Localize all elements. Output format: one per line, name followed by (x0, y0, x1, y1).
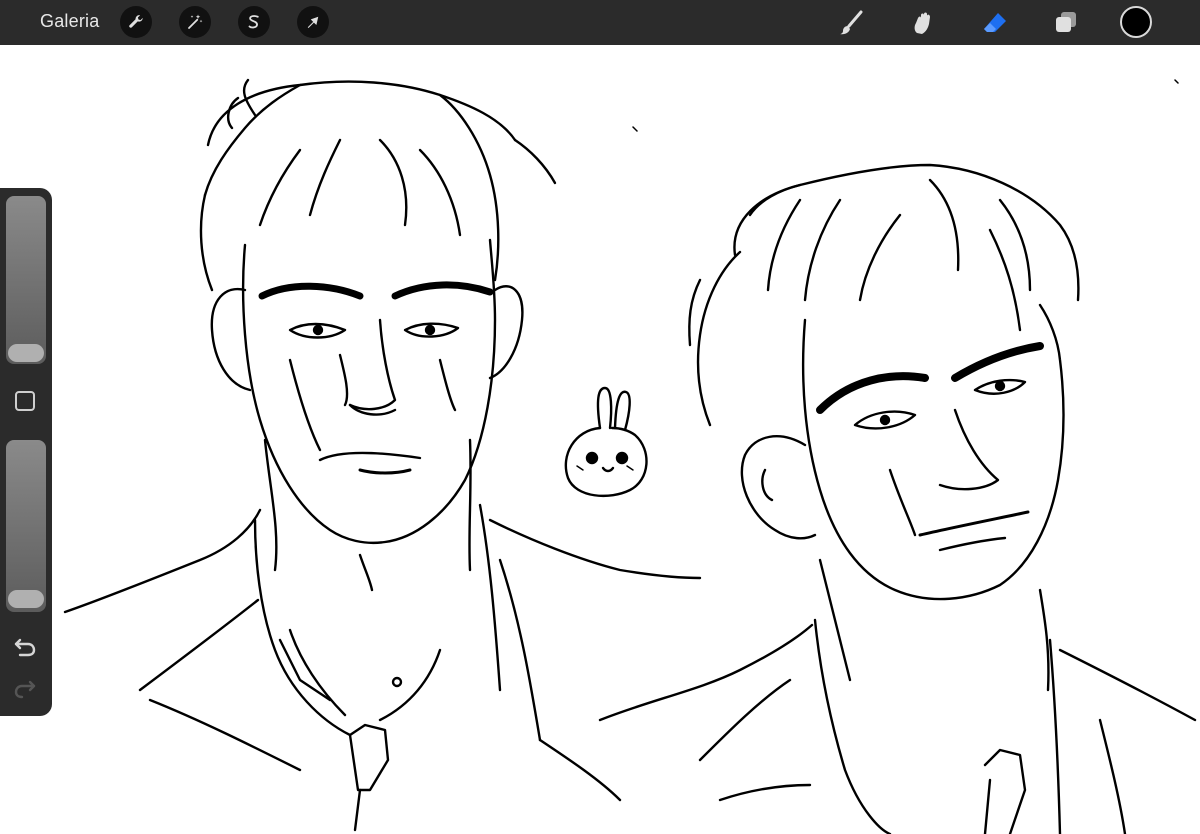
selection-button[interactable] (238, 6, 270, 38)
brush-size-slider[interactable] (6, 196, 46, 364)
transform-button[interactable] (297, 6, 329, 38)
redo-icon[interactable] (12, 676, 38, 702)
layers-icon (1056, 12, 1076, 32)
layers-button[interactable] (1049, 6, 1083, 40)
opacity-slider[interactable] (6, 440, 46, 612)
brush-tool-button[interactable] (834, 6, 868, 40)
wrench-icon (129, 15, 143, 28)
right-portrait-sketch (598, 163, 1197, 834)
eraser-icon (984, 13, 1006, 32)
gallery-button[interactable]: Galeria (40, 11, 99, 32)
top-toolbar: Galeria (0, 0, 1200, 45)
brush-size-knob[interactable] (8, 344, 44, 362)
brush-icon (840, 10, 863, 35)
smudge-icon (914, 12, 930, 34)
arrow-cursor-icon (307, 16, 319, 28)
opacity-knob[interactable] (8, 590, 44, 608)
actions-button[interactable] (120, 6, 152, 38)
magic-wand-icon (188, 14, 203, 29)
stray-marks (632, 79, 1179, 132)
eraser-tool-button[interactable] (978, 6, 1012, 40)
smudge-tool-button[interactable] (906, 6, 940, 40)
drawing-canvas[interactable] (0, 45, 1200, 834)
bunny-doodle (564, 386, 648, 497)
selection-s-icon (248, 15, 259, 29)
undo-icon[interactable] (12, 634, 38, 660)
adjustments-button[interactable] (179, 6, 211, 38)
left-sidebar (0, 188, 52, 716)
modify-square-icon[interactable] (15, 391, 35, 411)
color-picker-button[interactable] (1120, 6, 1152, 38)
